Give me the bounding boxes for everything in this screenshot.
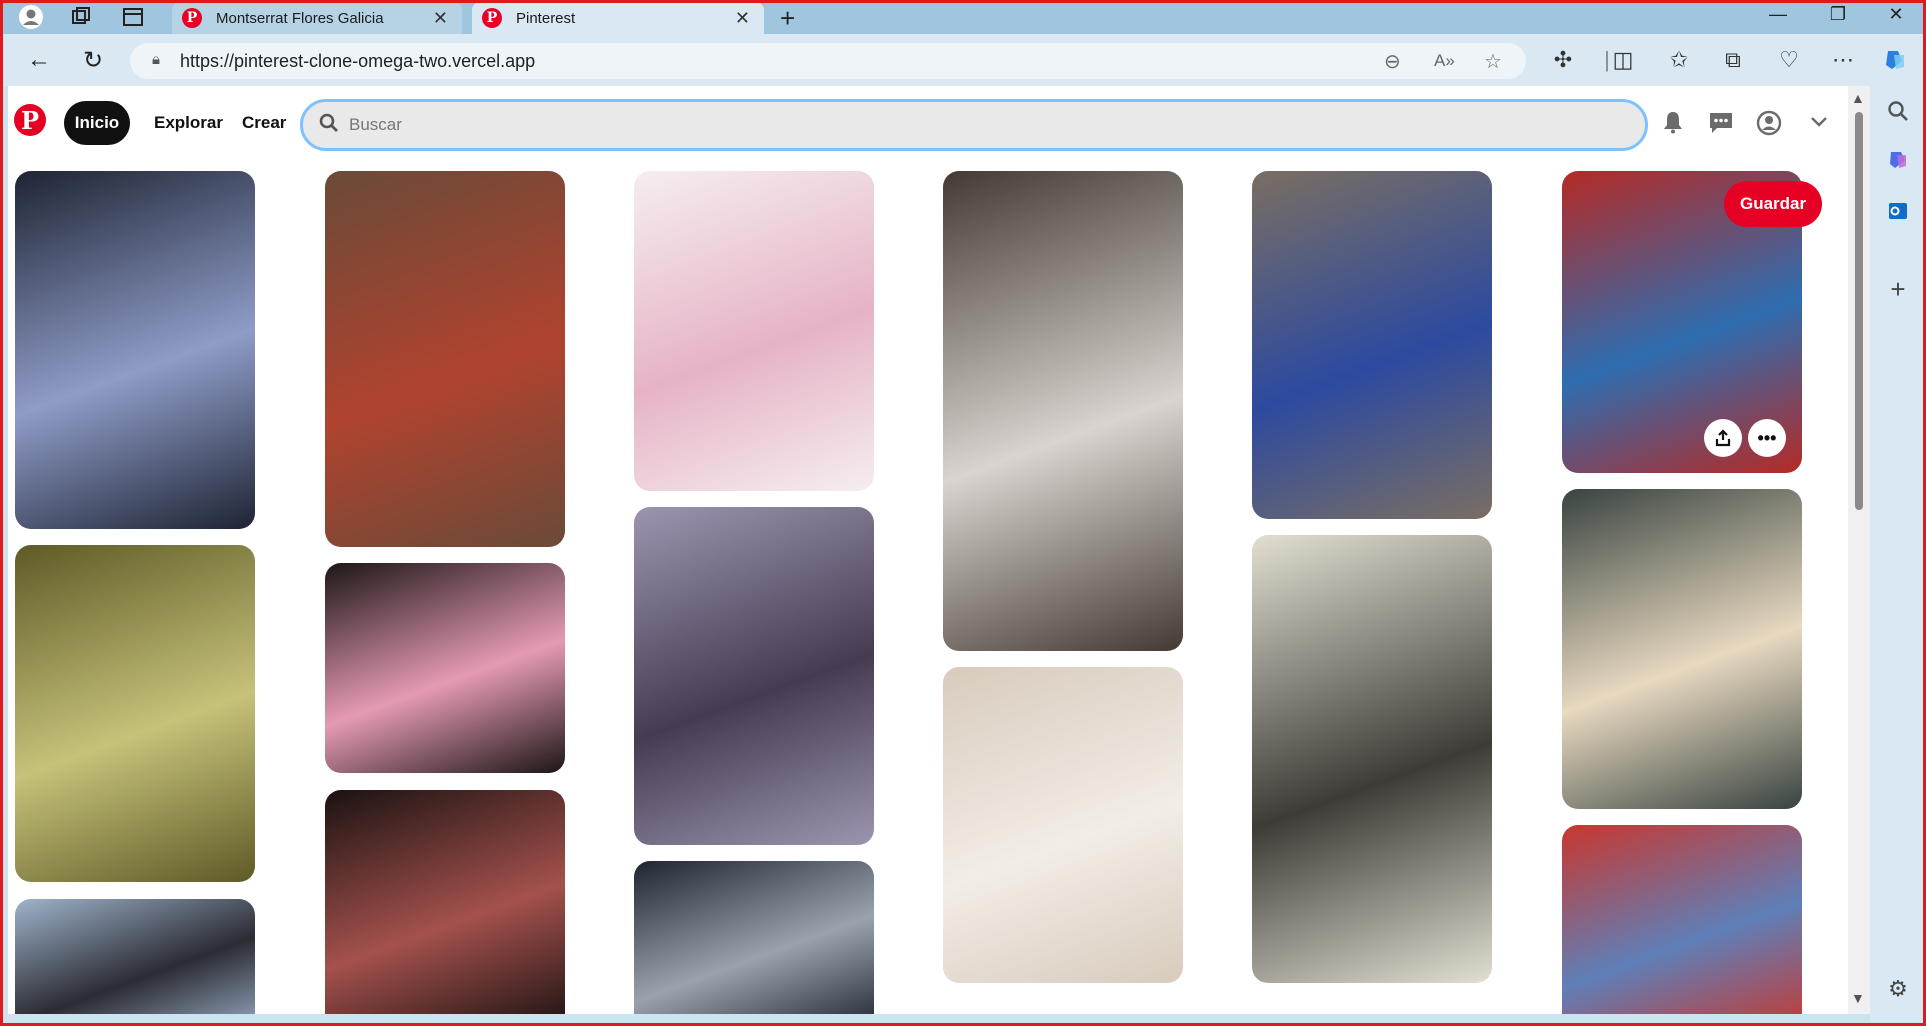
pinterest-favicon-icon: P	[182, 8, 202, 28]
restore-icon[interactable]: ❐	[1818, 4, 1858, 25]
pin-image[interactable]	[634, 861, 874, 1014]
minimize-icon[interactable]: —	[1758, 4, 1798, 25]
collections-icon[interactable]: ⧉	[1718, 47, 1748, 73]
pin-image[interactable]	[15, 171, 255, 529]
browser-tab-strip: P Montserrat Flores Galicia ✕ P Pinteres…	[0, 0, 1926, 34]
pin-image[interactable]	[1252, 535, 1492, 983]
search-icon	[319, 113, 339, 139]
home-button[interactable]: Inicio	[64, 101, 130, 145]
read-aloud-icon[interactable]: A»	[1434, 51, 1455, 71]
pinterest-favicon-icon: P	[482, 8, 502, 28]
pin-image[interactable]	[15, 899, 255, 1014]
close-icon[interactable]: ✕	[429, 8, 452, 29]
scroll-up-icon[interactable]: ▲	[1851, 90, 1865, 106]
pin-image[interactable]	[1252, 171, 1492, 519]
lock-icon[interactable]: 🔒︎	[152, 51, 160, 68]
pinterest-logo-icon[interactable]: P	[14, 104, 46, 136]
outlook-icon[interactable]	[1884, 200, 1912, 228]
close-icon[interactable]: ✕	[731, 8, 754, 29]
pin-image[interactable]	[15, 545, 255, 882]
add-icon[interactable]: +	[1884, 274, 1912, 305]
browser-toolbar: ← ↻ 🔒︎ https://pinterest-clone-omega-two…	[0, 34, 1926, 86]
profile-icon[interactable]	[18, 5, 44, 29]
tab-title: Pinterest	[516, 9, 576, 27]
pin-image[interactable]	[1562, 489, 1802, 809]
address-bar[interactable]: 🔒︎ https://pinterest-clone-omega-two.ver…	[130, 43, 1526, 79]
tab-montserrat[interactable]: P Montserrat Flores Galicia ✕	[172, 2, 462, 34]
close-window-icon[interactable]: ✕	[1876, 4, 1916, 25]
messages-icon[interactable]	[1706, 110, 1736, 141]
edge-sidebar: + ⚙	[1870, 86, 1926, 1022]
search-bar[interactable]	[300, 99, 1648, 151]
url-text: https://pinterest-clone-omega-two.vercel…	[180, 50, 536, 71]
settings-gear-icon[interactable]: ⚙	[1884, 976, 1912, 1002]
new-tab-button[interactable]: +	[780, 3, 795, 34]
vertical-tabs-icon[interactable]	[120, 5, 146, 29]
back-icon[interactable]: ←	[24, 46, 54, 74]
pin-image[interactable]	[325, 171, 565, 547]
pinterest-page: P Inicio Explorar Crear Guardar •••	[8, 86, 1848, 1014]
copilot-icon[interactable]	[1880, 47, 1910, 79]
split-screen-icon[interactable]: ◫	[1608, 47, 1638, 73]
pin-image[interactable]	[325, 790, 565, 1014]
tab-title: Montserrat Flores Galicia	[216, 9, 384, 27]
pin-image[interactable]	[943, 171, 1183, 651]
refresh-icon[interactable]: ↻	[78, 46, 108, 75]
tab-pinterest[interactable]: P Pinterest ✕	[472, 2, 764, 34]
pin-image[interactable]	[634, 171, 874, 491]
workspaces-icon[interactable]	[68, 5, 94, 29]
share-icon[interactable]	[1704, 419, 1742, 457]
notifications-bell-icon[interactable]	[1658, 110, 1688, 141]
favorites-icon[interactable]: ✩	[1664, 47, 1694, 73]
save-button[interactable]: Guardar	[1724, 181, 1823, 227]
favorite-star-icon[interactable]: ☆	[1484, 49, 1502, 74]
pin-image[interactable]	[325, 563, 565, 773]
scrollbar-thumb[interactable]	[1855, 112, 1863, 510]
create-link[interactable]: Crear	[242, 113, 286, 133]
search-input[interactable]	[349, 115, 1645, 135]
extensions-icon[interactable]: ✣	[1548, 47, 1578, 73]
explore-link[interactable]: Explorar	[154, 113, 223, 133]
pin-image[interactable]	[1562, 825, 1802, 1014]
pin-image[interactable]	[634, 507, 874, 845]
profile-icon[interactable]	[1754, 110, 1784, 143]
more-icon[interactable]: •••	[1748, 419, 1786, 457]
page-scrollbar[interactable]: ▲ ▼	[1848, 86, 1870, 1014]
chevron-down-icon[interactable]	[1804, 110, 1834, 138]
search-icon[interactable]	[1884, 100, 1912, 128]
more-options-icon[interactable]: ⋯	[1828, 47, 1858, 73]
zoom-out-icon[interactable]: ⊖	[1384, 49, 1401, 74]
pin-image[interactable]	[943, 667, 1183, 983]
browser-essentials-icon[interactable]: ♡	[1774, 47, 1804, 73]
copilot-sidebar-icon[interactable]	[1884, 148, 1912, 176]
scroll-down-icon[interactable]: ▼	[1851, 990, 1865, 1006]
